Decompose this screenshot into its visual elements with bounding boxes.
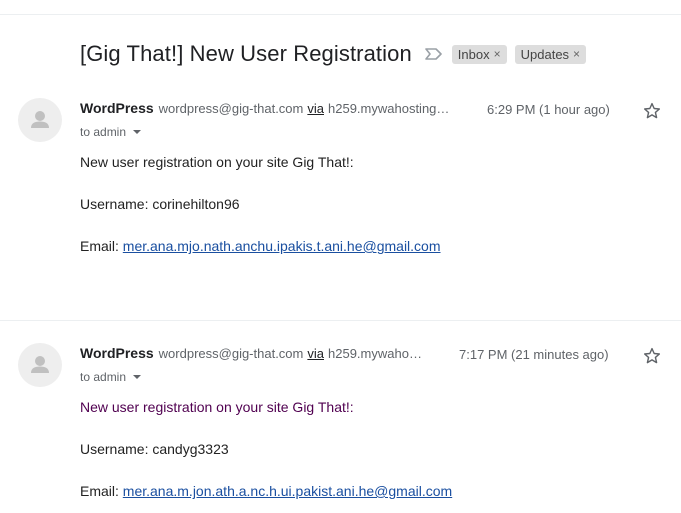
- important-marker-svg: [424, 48, 442, 60]
- sender-name[interactable]: WordPress: [80, 100, 154, 116]
- message-header: WordPress wordpress@gig-that.com via h25…: [80, 345, 428, 365]
- email-subject: [Gig That!] New User Registration: [80, 41, 412, 66]
- message-timestamp[interactable]: 6:29 PM (1 hour ago): [487, 102, 610, 117]
- label-chip-inbox-text: Inbox: [457, 46, 490, 62]
- sender-name[interactable]: WordPress: [80, 345, 154, 361]
- star-outline-icon[interactable]: [641, 345, 663, 367]
- star-svg: [643, 102, 661, 119]
- default-avatar-icon[interactable]: [18, 343, 62, 387]
- sender-email: wordpress@gig-that.com: [158, 101, 304, 116]
- via-link[interactable]: via: [307, 346, 324, 361]
- label-chip-inbox[interactable]: Inbox ×: [451, 44, 507, 64]
- recipient-text: to admin: [80, 125, 127, 139]
- body-intro: New user registration on your site Gig T…: [80, 154, 354, 170]
- message-header: WordPress wordpress@gig-that.com via h25…: [80, 100, 455, 120]
- remove-label-inbox-icon[interactable]: ×: [494, 47, 501, 61]
- body-email-line: Email: mer.ana.m.jon.ath.a.nc.h.ui.pakis…: [80, 483, 452, 499]
- message-timestamp[interactable]: 7:17 PM (21 minutes ago): [459, 347, 609, 362]
- recipient-text: to admin: [80, 370, 127, 384]
- message-divider: [0, 320, 681, 321]
- star-svg: [643, 347, 661, 364]
- important-marker-icon[interactable]: [424, 46, 444, 62]
- avatar-svg: [31, 111, 49, 128]
- body-email-line: Email: mer.ana.mjo.nath.anchu.ipakis.t.a…: [80, 238, 441, 254]
- via-host: h259.mywahosting…: [328, 101, 450, 116]
- via-host: h259.mywaho…: [328, 346, 422, 361]
- caret-down-icon[interactable]: [133, 130, 142, 134]
- avatar-svg: [31, 356, 49, 373]
- body-username: Username: corinehilton96: [80, 196, 240, 212]
- top-divider: [0, 14, 681, 15]
- caret-down-icon[interactable]: [133, 375, 142, 379]
- star-outline-icon[interactable]: [641, 100, 663, 122]
- body-username: Username: candyg3323: [80, 441, 229, 457]
- registered-email-link[interactable]: mer.ana.m.jon.ath.a.nc.h.ui.pakist.ani.h…: [123, 483, 452, 499]
- body-email-prefix: Email:: [80, 238, 123, 254]
- label-chip-updates[interactable]: Updates ×: [514, 44, 587, 64]
- body-intro: New user registration on your site Gig T…: [80, 399, 354, 415]
- sender-email: wordpress@gig-that.com: [158, 346, 304, 361]
- via-link[interactable]: via: [307, 101, 324, 116]
- label-chip-updates-text: Updates: [520, 46, 570, 62]
- registered-email-link[interactable]: mer.ana.mjo.nath.anchu.ipakis.t.ani.he@g…: [123, 238, 441, 254]
- body-email-prefix: Email:: [80, 483, 123, 499]
- subject-row: [Gig That!] New User Registration Inbox …: [80, 38, 587, 70]
- remove-label-updates-icon[interactable]: ×: [573, 47, 580, 61]
- default-avatar-icon[interactable]: [18, 98, 62, 142]
- recipient-line: to admin: [80, 125, 142, 139]
- recipient-line: to admin: [80, 370, 142, 384]
